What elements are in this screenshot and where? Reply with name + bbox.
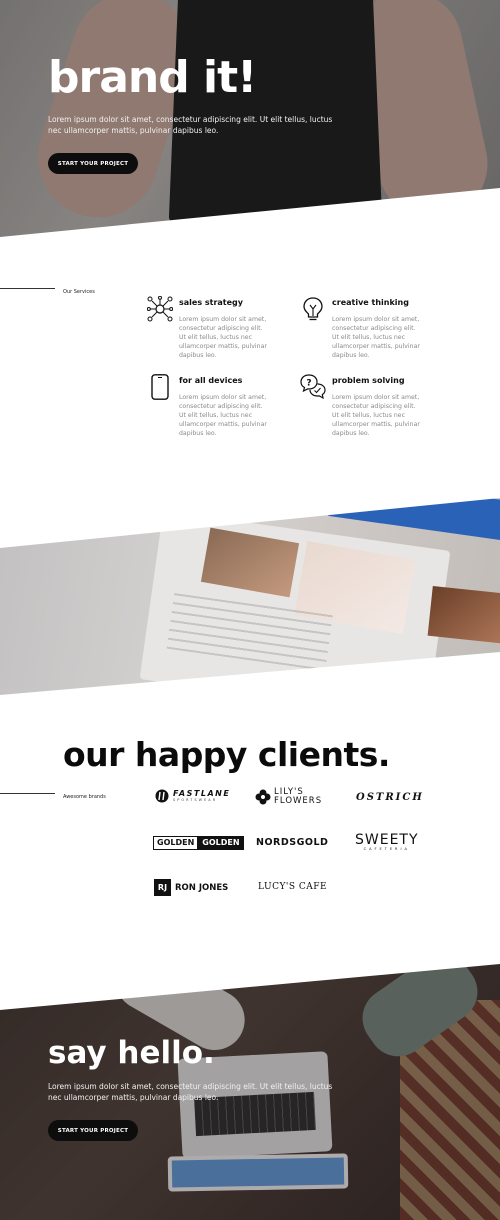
services-section-label: Our Services	[63, 289, 95, 295]
service-title: for all devices	[179, 376, 243, 385]
logo-wordmark: FASTLANE	[173, 788, 231, 798]
service-title: creative thinking	[332, 298, 409, 307]
divider-line	[0, 288, 55, 289]
clients-title: our happy clients.	[63, 735, 390, 774]
service-text: Lorem ipsum dolor sit amet, consectetur …	[179, 394, 267, 437]
divider-line	[0, 793, 55, 794]
logo-wordmark: GOLDEN	[153, 836, 199, 850]
lightbulb-icon	[303, 297, 323, 321]
logo-ostrich: OSTRICH	[356, 792, 424, 803]
chat-bubbles-icon: ?	[300, 374, 326, 400]
service-title: sales strategy	[179, 298, 243, 307]
logo-wordmark: NORDSGOLD	[256, 837, 329, 848]
logo-wordmark: LUCY'S CAFE	[258, 882, 328, 892]
logo-wordmark: RON JONES	[175, 882, 229, 893]
network-icon	[147, 296, 173, 322]
logo-wordmark: OSTRICH	[356, 792, 424, 803]
logo-subtitle: SPORTSWEAR	[173, 797, 218, 802]
hero-text: Lorem ipsum dolor sit amet, consectetur …	[48, 115, 333, 135]
fastlane-mark-icon	[155, 789, 169, 803]
smartphone-icon	[151, 374, 169, 400]
logo-wordmark-line2: FLOWERS	[274, 795, 323, 806]
band-bottom-slant	[0, 652, 500, 702]
logo-sweety: SWEETY CAFETERIA	[355, 833, 419, 852]
logo-lucys-cafe: LUCY'S CAFE	[258, 882, 327, 892]
logo-wordmark: SWEETY	[355, 832, 419, 848]
hero-title: brand it!	[48, 52, 257, 103]
start-project-button[interactable]: START YOUR PROJECT	[48, 153, 138, 174]
flower-icon	[255, 789, 271, 804]
service-text: Lorem ipsum dolor sit amet, consectetur …	[332, 394, 420, 437]
contact-slant-divider	[0, 958, 500, 1010]
svg-text:?: ?	[306, 379, 311, 389]
service-title: problem solving	[332, 376, 405, 385]
contact-title: say hello.	[48, 1035, 215, 1071]
service-text: Lorem ipsum dolor sit amet, consectetur …	[179, 316, 267, 359]
logo-subtitle: CAFETERIA	[363, 847, 410, 851]
logo-golden: GOLDEN GOLDEN	[153, 836, 244, 850]
logo-lilys-flowers: LILY'S FLOWERS	[255, 788, 322, 805]
logo-ron-jones: RJ RON JONES	[154, 879, 228, 896]
clients-section-label: Awesome brands	[63, 794, 106, 800]
logo-nordsgold: NORDSGOLD	[256, 837, 328, 848]
band-top-slant	[0, 488, 500, 548]
contact-text: Lorem ipsum dolor sit amet, consectetur …	[48, 1082, 333, 1102]
photo-print	[427, 585, 500, 645]
logo-monogram: RJ	[154, 879, 171, 896]
service-text: Lorem ipsum dolor sit amet, consectetur …	[332, 316, 420, 359]
logo-fastlane: FASTLANE SPORTSWEAR	[155, 789, 230, 803]
logo-wordmark-line2: GOLDEN	[198, 836, 244, 850]
hero-slant-divider	[0, 188, 500, 250]
start-project-button[interactable]: START YOUR PROJECT	[48, 1120, 138, 1141]
